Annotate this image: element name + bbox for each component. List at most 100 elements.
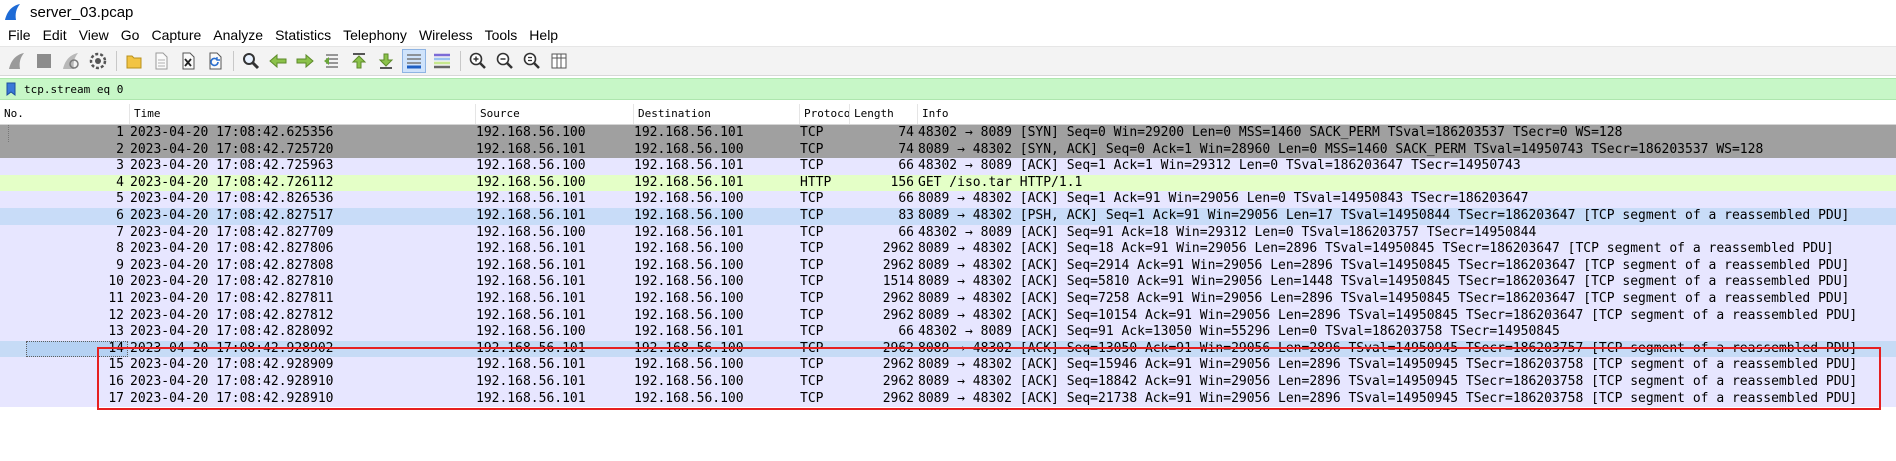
go-forward-button[interactable] — [294, 50, 316, 72]
packet-destination: 192.168.56.101 — [634, 324, 744, 340]
packet-time: 2023-04-20 17:08:42.827812 — [130, 307, 334, 323]
open-file-button[interactable] — [123, 50, 145, 72]
packet-destination: 192.168.56.101 — [634, 224, 744, 240]
zoom-out-button[interactable] — [494, 50, 516, 72]
packet-info: 8089 → 48302 [ACK] Seq=18 Ack=91 Win=290… — [918, 241, 1834, 257]
packet-row[interactable]: 14 2023-04-20 17:08:42.928902 192.168.56.1… — [0, 340, 1896, 358]
packet-destination: 192.168.56.100 — [634, 207, 744, 223]
bookmark-icon — [6, 82, 16, 96]
restart-capture-button[interactable] — [60, 50, 82, 72]
packet-length: 1514 — [882, 274, 914, 290]
menu-analyze[interactable]: Analyze — [209, 27, 271, 43]
reload-file-button[interactable] — [204, 50, 226, 72]
start-capture-button[interactable] — [6, 50, 28, 72]
packet-time: 2023-04-20 17:08:42.827810 — [130, 274, 334, 290]
packet-row[interactable]: 4 2023-04-20 17:08:42.726112 192.168.56.10… — [0, 174, 1896, 192]
packet-number: 8 — [116, 241, 124, 257]
packet-length: 66 — [898, 158, 914, 174]
packet-length: 2962 — [882, 257, 914, 273]
column-header-no[interactable]: No. — [0, 104, 130, 124]
menu-capture[interactable]: Capture — [147, 27, 209, 43]
file-document-icon — [155, 52, 168, 70]
packet-source: 192.168.56.100 — [476, 125, 586, 140]
packet-destination: 192.168.56.100 — [634, 373, 744, 389]
packet-row[interactable]: 5 2023-04-20 17:08:42.826536 192.168.56.10… — [0, 191, 1896, 208]
stop-capture-button[interactable] — [33, 50, 55, 72]
back-arrow-icon — [269, 53, 287, 69]
packet-length: 83 — [898, 207, 914, 223]
packet-row[interactable]: 10 2023-04-20 17:08:42.827810 192.168.56.1… — [0, 274, 1896, 291]
menu-edit[interactable]: Edit — [39, 27, 75, 43]
go-to-packet-button[interactable] — [321, 50, 343, 72]
packet-destination: 192.168.56.100 — [634, 274, 744, 290]
menu-tools[interactable]: Tools — [481, 27, 526, 43]
last-packet-button[interactable] — [375, 50, 397, 72]
packet-destination: 192.168.56.100 — [634, 390, 744, 406]
packet-row[interactable]: 6 2023-04-20 17:08:42.827517 192.168.56.10… — [0, 207, 1896, 225]
packet-info: 8089 → 48302 [ACK] Seq=2914 Ack=91 Win=2… — [918, 257, 1850, 273]
menu-help[interactable]: Help — [525, 27, 566, 43]
capture-options-button[interactable] — [87, 50, 109, 72]
packet-row[interactable]: 1 2023-04-20 17:08:42.625356 192.168.56.10… — [0, 125, 1896, 142]
colorize-icon — [434, 53, 450, 69]
packet-row[interactable]: 12 2023-04-20 17:08:42.827812 192.168.56.1… — [0, 307, 1896, 325]
menu-wireless[interactable]: Wireless — [415, 27, 481, 43]
column-header-source[interactable]: Source — [476, 104, 634, 124]
resize-columns-button[interactable] — [548, 50, 570, 72]
packet-row[interactable]: 11 2023-04-20 17:08:42.827811 192.168.56.1… — [0, 290, 1896, 308]
menu-go[interactable]: Go — [117, 27, 148, 43]
forward-arrow-icon — [296, 53, 314, 69]
packet-number: 14 — [108, 340, 124, 356]
packet-row[interactable]: 3 2023-04-20 17:08:42.725963 192.168.56.10… — [0, 158, 1896, 175]
close-file-button[interactable] — [177, 50, 199, 72]
column-header-protocol[interactable]: Protoco — [800, 104, 850, 124]
save-file-button[interactable] — [150, 50, 172, 72]
packet-row[interactable]: 7 2023-04-20 17:08:42.827709 192.168.56.10… — [0, 224, 1896, 242]
packet-length: 2962 — [882, 340, 914, 356]
packet-source: 192.168.56.101 — [476, 373, 586, 389]
packet-source: 192.168.56.101 — [476, 390, 586, 406]
column-header-time[interactable]: Time — [130, 104, 476, 124]
first-packet-button[interactable] — [348, 50, 370, 72]
display-filter-input[interactable]: tcp.stream eq 0 — [24, 83, 123, 96]
menu-view[interactable]: View — [75, 27, 117, 43]
colorize-button[interactable] — [431, 50, 453, 72]
menu-file[interactable]: File — [4, 27, 39, 43]
column-header-destination[interactable]: Destination — [634, 104, 800, 124]
packet-row[interactable]: 2 2023-04-20 17:08:42.725720 192.168.56.10… — [0, 141, 1896, 159]
go-to-packet-icon — [324, 54, 338, 68]
packet-number: 3 — [116, 158, 124, 174]
first-packet-icon — [351, 53, 367, 69]
packet-info: 8089 → 48302 [ACK] Seq=5810 Ack=91 Win=2… — [918, 274, 1850, 290]
packet-time: 2023-04-20 17:08:42.827806 — [130, 241, 334, 257]
packet-time: 2023-04-20 17:08:42.928910 — [130, 373, 334, 389]
filter-bookmark-button[interactable] — [4, 81, 18, 97]
packet-destination: 192.168.56.101 — [634, 158, 744, 174]
column-header-length[interactable]: Length — [850, 104, 918, 124]
packet-time: 2023-04-20 17:08:42.826536 — [130, 191, 334, 207]
normal-size-button[interactable] — [521, 50, 543, 72]
packet-source: 192.168.56.101 — [476, 207, 586, 223]
packet-time: 2023-04-20 17:08:42.827808 — [130, 257, 334, 273]
packet-row[interactable]: 16 2023-04-20 17:08:42.928910 192.168.56.1… — [0, 373, 1896, 391]
go-back-button[interactable] — [267, 50, 289, 72]
packet-source: 192.168.56.100 — [476, 324, 586, 340]
packet-row[interactable]: 17 2023-04-20 17:08:42.928910 192.168.56.1… — [0, 390, 1896, 408]
packet-list: 1 2023-04-20 17:08:42.625356 192.168.56.10… — [0, 125, 1896, 408]
find-packet-button[interactable] — [240, 50, 262, 72]
menu-statistics[interactable]: Statistics — [271, 27, 339, 43]
packet-time: 2023-04-20 17:08:42.928910 — [130, 390, 334, 406]
packet-row[interactable]: 8 2023-04-20 17:08:42.827806 192.168.56.10… — [0, 241, 1896, 258]
packet-row[interactable]: 15 2023-04-20 17:08:42.928909 192.168.56.1… — [0, 357, 1896, 374]
auto-scroll-button[interactable] — [402, 49, 426, 73]
packet-source: 192.168.56.101 — [476, 191, 586, 207]
column-header-info[interactable]: Info — [918, 104, 1896, 124]
packet-number: 11 — [108, 290, 124, 306]
zoom-in-button[interactable] — [467, 50, 489, 72]
packet-source: 192.168.56.101 — [476, 141, 586, 157]
packet-destination: 192.168.56.100 — [634, 191, 744, 207]
menu-telephony[interactable]: Telephony — [339, 27, 415, 43]
packet-row[interactable]: 13 2023-04-20 17:08:42.828092 192.168.56.1… — [0, 324, 1896, 341]
auto-scroll-icon — [407, 54, 421, 69]
packet-row[interactable]: 9 2023-04-20 17:08:42.827808 192.168.56.10… — [0, 257, 1896, 275]
